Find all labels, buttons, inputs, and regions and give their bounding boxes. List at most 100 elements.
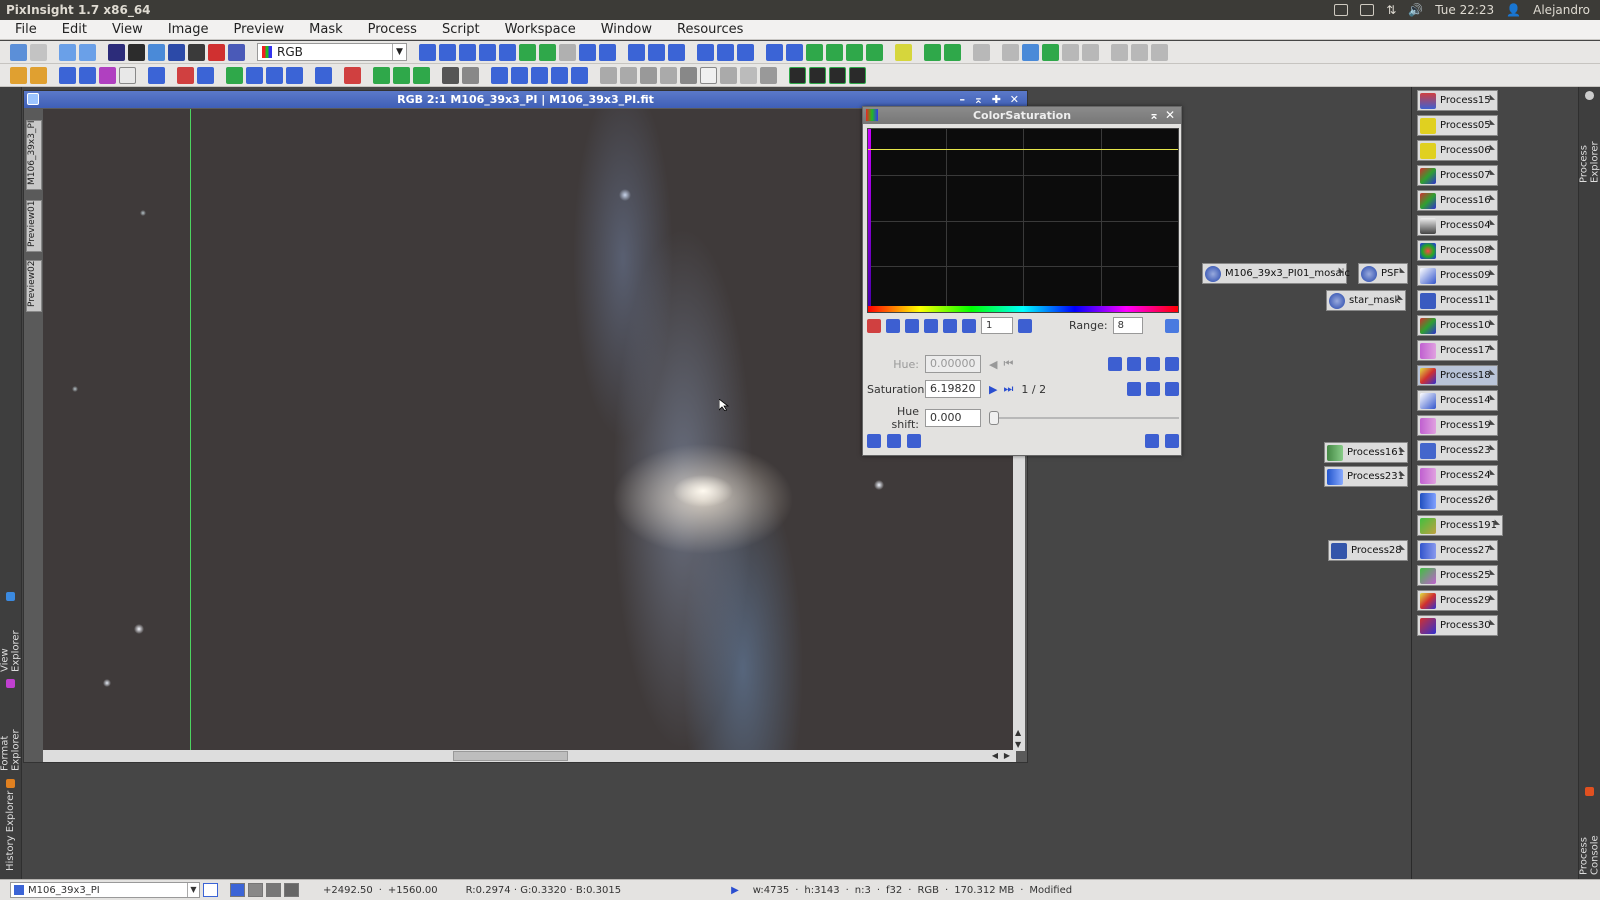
- channel-g-button[interactable]: [248, 883, 263, 897]
- invert-icon[interactable]: [188, 43, 205, 61]
- saturation-field[interactable]: 6.19820: [925, 380, 981, 398]
- grid-icon[interactable]: [286, 66, 303, 84]
- window-menu-icon[interactable]: [27, 93, 39, 105]
- workspace-4-icon[interactable]: [866, 43, 883, 61]
- channel-r-button[interactable]: [230, 883, 245, 897]
- fit-graph-icon[interactable]: [1018, 318, 1032, 333]
- star-icon[interactable]: [10, 66, 27, 84]
- zoom-spinbox[interactable]: 1: [981, 317, 1013, 334]
- process-icon-item[interactable]: Process09 ◣: [1417, 265, 1498, 286]
- process-icon-item[interactable]: Process24 ◣: [1417, 465, 1498, 486]
- reset-curve-icon[interactable]: [1165, 357, 1179, 371]
- layer-4-icon[interactable]: [849, 66, 866, 84]
- layer-3-icon[interactable]: [829, 66, 846, 84]
- hue-shift-slider-knob[interactable]: [989, 411, 999, 425]
- last-point-icon[interactable]: ⏭: [1003, 382, 1013, 396]
- zoom-in-graph-icon[interactable]: [924, 318, 938, 333]
- interpolation-icon[interactable]: [1108, 357, 1122, 371]
- horizontal-scroll-thumb[interactable]: [453, 751, 568, 761]
- process-icon-item[interactable]: Process15 ◣: [1417, 90, 1498, 111]
- rgb-channel-button[interactable]: [203, 883, 218, 897]
- deconvolution-icon[interactable]: [315, 66, 332, 84]
- user-name[interactable]: Alejandro: [1533, 3, 1590, 17]
- tile-icon[interactable]: [737, 43, 754, 61]
- curve-mode-1-icon[interactable]: [1127, 382, 1141, 396]
- cascade-icon[interactable]: [717, 43, 734, 61]
- range-spinbox[interactable]: 8: [1112, 317, 1143, 334]
- process-icon-item[interactable]: Process06 ◣: [1417, 140, 1498, 161]
- dialog-titlebar[interactable]: ColorSaturation ⌅ ✕: [863, 107, 1181, 124]
- curves-icon[interactable]: [79, 66, 96, 84]
- menu-edit[interactable]: Edit: [47, 22, 97, 37]
- morph-2-icon[interactable]: [393, 66, 410, 84]
- undo-icon[interactable]: [10, 43, 27, 61]
- process-icon-item[interactable]: Process29 ◣: [1417, 590, 1498, 611]
- process-icon-item[interactable]: Process16 ◣: [1417, 190, 1498, 211]
- edit-preview-icon[interactable]: [539, 43, 556, 61]
- hue-field[interactable]: 0.00000: [925, 355, 981, 373]
- real-time-preview-icon[interactable]: [1145, 434, 1159, 448]
- gray-1-icon[interactable]: [640, 66, 657, 84]
- menu-process[interactable]: Process: [353, 22, 427, 37]
- menu-file[interactable]: File: [0, 22, 47, 37]
- process-icon-item[interactable]: Process191 ◣: [1417, 515, 1503, 536]
- process-container-icon[interactable]: [895, 43, 912, 61]
- new-preview-icon[interactable]: [519, 43, 536, 61]
- flip-vertical-icon[interactable]: [571, 66, 588, 84]
- tab-preview02[interactable]: Preview02: [26, 260, 42, 312]
- icon-star-mask[interactable]: star_mask ◣: [1326, 290, 1406, 311]
- saturation-curve-graph[interactable]: [867, 128, 1179, 313]
- zoom-out-icon[interactable]: [599, 43, 616, 61]
- tab-history-explorer[interactable]: History Explorer: [2, 777, 19, 873]
- noise-icon[interactable]: [344, 66, 361, 84]
- blue-channel-icon[interactable]: [197, 66, 214, 84]
- help-icon[interactable]: [1111, 43, 1128, 61]
- process-icon-item[interactable]: Process27 ◣: [1417, 540, 1498, 561]
- gray-5-icon[interactable]: [720, 66, 737, 84]
- gray-2-icon[interactable]: [660, 66, 677, 84]
- process-icon-item[interactable]: Process17 ◣: [1417, 340, 1498, 361]
- red-channel-icon[interactable]: [177, 66, 194, 84]
- clock[interactable]: Tue 22:23: [1435, 3, 1494, 17]
- star-2-icon[interactable]: [30, 66, 47, 84]
- apply-global-icon[interactable]: [944, 43, 961, 61]
- process-icon-item[interactable]: Process26 ◣: [1417, 490, 1498, 511]
- preferences-icon[interactable]: [1082, 43, 1099, 61]
- mask-hide-icon[interactable]: [462, 66, 479, 84]
- pan-graph-icon[interactable]: [962, 318, 976, 333]
- interpolation-2-icon[interactable]: [1127, 357, 1141, 371]
- apply-global-icon[interactable]: [907, 434, 921, 448]
- process-icon-item[interactable]: Process08 ◣: [1417, 240, 1498, 261]
- rotate-2-icon[interactable]: [511, 66, 528, 84]
- gray-3-icon[interactable]: [680, 66, 697, 84]
- process-icon-item[interactable]: Process05 ◣: [1417, 115, 1498, 136]
- close-icon[interactable]: ✕: [1165, 107, 1175, 124]
- curve-mode-2-icon[interactable]: [1146, 382, 1160, 396]
- icon-psf[interactable]: PSF ◣: [1358, 263, 1408, 284]
- menu-mask[interactable]: Mask: [294, 22, 352, 37]
- workspace-1-icon[interactable]: [806, 43, 823, 61]
- hand-icon[interactable]: [973, 43, 990, 61]
- geometry-icon[interactable]: [148, 66, 165, 84]
- process-icon-item-selected[interactable]: Process18 ◣: [1417, 365, 1498, 386]
- delete-point-icon[interactable]: [905, 318, 919, 333]
- readout-mode-icon[interactable]: [419, 43, 436, 61]
- zoom-out-graph-icon[interactable]: [943, 318, 957, 333]
- tab-main-view[interactable]: M106_39x3_PI: [26, 120, 42, 190]
- channel-b-button[interactable]: [266, 883, 281, 897]
- zoom-in-icon[interactable]: [579, 43, 596, 61]
- script-icon[interactable]: [1022, 43, 1039, 61]
- tab-process-console[interactable]: Process Console: [1579, 787, 1600, 875]
- icon-mosaic-image[interactable]: M106_39x3_PI01_mosaic ◣: [1202, 263, 1350, 284]
- mirror-icon[interactable]: [551, 66, 568, 84]
- network-icon[interactable]: ⇅: [1386, 3, 1396, 17]
- zoom-out-mode-icon[interactable]: [499, 43, 516, 61]
- histogram-icon[interactable]: [59, 66, 76, 84]
- menu-view[interactable]: View: [97, 22, 153, 37]
- view-selector[interactable]: M106_39x3_PI ▼: [10, 882, 200, 898]
- scroll-up-icon[interactable]: ▲: [1015, 728, 1021, 737]
- prev-point-icon[interactable]: ◀: [989, 358, 997, 371]
- tab-preview01[interactable]: Preview01: [26, 200, 42, 252]
- process-icon-item[interactable]: Process25 ◣: [1417, 565, 1498, 586]
- menu-window[interactable]: Window: [586, 22, 662, 37]
